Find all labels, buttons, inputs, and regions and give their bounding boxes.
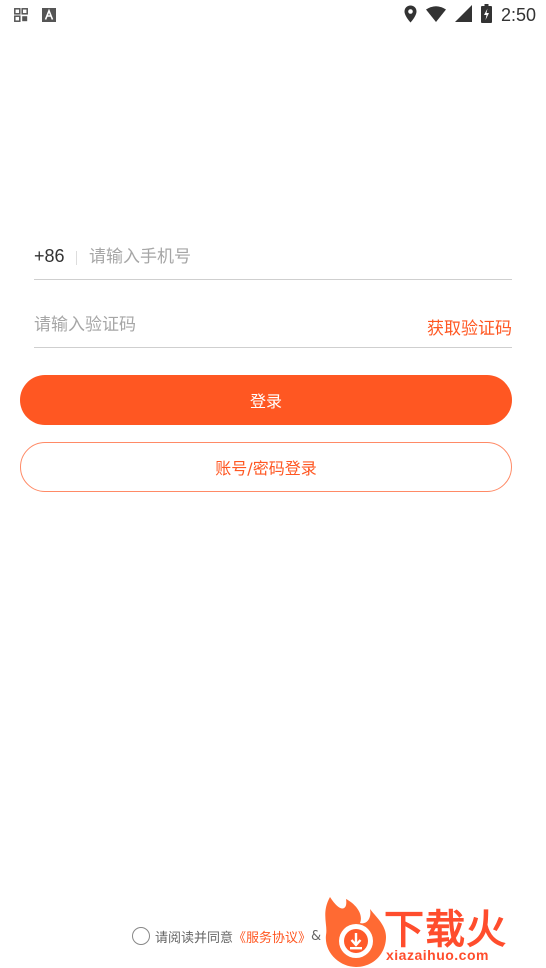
- battery-charging-icon: [480, 4, 492, 27]
- country-code-divider: [76, 251, 77, 265]
- signal-icon: [454, 5, 472, 26]
- login-page: 2:50 +86 获取验证码 登录 账号/密码登录 请阅读并同意 《服务协议》 …: [0, 0, 546, 968]
- phone-input[interactable]: [89, 244, 489, 270]
- service-agreement-link[interactable]: 《服务协议》: [233, 927, 311, 946]
- phone-row: +86: [34, 238, 512, 280]
- agreement-prefix: 请阅读并同意: [155, 930, 234, 946]
- login-button[interactable]: 登录: [20, 375, 512, 425]
- account-login-button[interactable]: 账号/密码登录: [20, 442, 512, 492]
- flame-logo-icon: [325, 897, 386, 967]
- clock-time: 2:50: [500, 5, 536, 25]
- code-input[interactable]: [34, 312, 334, 338]
- status-bar: 2:50: [0, 0, 546, 30]
- screen-record-icon: [14, 7, 28, 26]
- font-a-icon: [42, 7, 56, 26]
- location-icon: [404, 5, 417, 27]
- country-code[interactable]: +86: [34, 246, 65, 267]
- code-row: 获取验证码: [34, 305, 512, 348]
- watermark-domain: xiazaihuo.com: [386, 947, 489, 963]
- account-login-label: 账号/密码登录: [215, 459, 317, 478]
- status-left: [14, 7, 56, 26]
- wifi-icon: [425, 5, 446, 26]
- agreement-radio[interactable]: [132, 927, 150, 945]
- login-button-label: 登录: [249, 392, 282, 411]
- agreement: 请阅读并同意 《服务协议》 &: [132, 926, 321, 946]
- watermark-logo: 下载火 xiazaihuo.com: [318, 895, 540, 968]
- get-code-button[interactable]: 获取验证码: [427, 314, 512, 339]
- status-right: 2:50: [404, 4, 536, 27]
